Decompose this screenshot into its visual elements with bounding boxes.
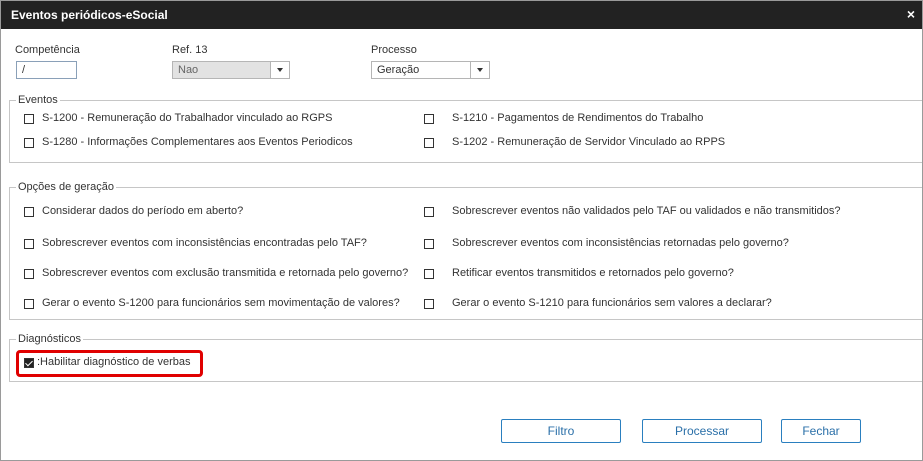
checkbox-s1200[interactable]: [24, 114, 34, 124]
window-title: Eventos periódicos-eSocial: [11, 8, 168, 22]
checkbox-retificar-eventos-label: Retificar eventos transmitidos e retorna…: [452, 267, 734, 279]
checkbox-s1280-label: S-1280 - Informações Complementares aos …: [42, 136, 353, 148]
filtro-button[interactable]: Filtro: [501, 419, 621, 443]
checkbox-exclusao-transmitida[interactable]: [24, 269, 34, 279]
ref13-label: Ref. 13: [172, 44, 208, 56]
ref13-select: Nao: [172, 61, 290, 79]
fechar-button[interactable]: Fechar: [781, 419, 861, 443]
checkbox-habilitar-diagnostico-label: :Habilitar diagnóstico de verbas: [37, 356, 191, 368]
processo-select[interactable]: Geração: [371, 61, 490, 79]
dialog-window: Eventos periódicos-eSocial × Competência…: [0, 0, 923, 461]
chevron-down-icon[interactable]: [470, 62, 489, 78]
processo-value: Geração: [377, 64, 420, 76]
checkbox-habilitar-diagnostico[interactable]: [24, 358, 34, 368]
checkbox-exclusao-transmitida-label: Sobrescrever eventos com exclusão transm…: [42, 267, 409, 279]
competencia-label: Competência: [15, 44, 80, 56]
checkbox-gerar-s1200-label: Gerar o evento S-1200 para funcionários …: [42, 297, 400, 309]
checkbox-sobrescrever-nao-validados[interactable]: [424, 207, 434, 217]
checkbox-gerar-s1210-label: Gerar o evento S-1210 para funcionários …: [452, 297, 772, 309]
checkbox-s1200-label: S-1200 - Remuneração do Trabalhador vinc…: [42, 112, 333, 124]
checkbox-s1202-label: S-1202 - Remuneração de Servidor Vincula…: [452, 136, 726, 148]
checkbox-s1202[interactable]: [424, 138, 434, 148]
eventos-legend: Eventos: [16, 94, 60, 106]
checkbox-considerar-periodo[interactable]: [24, 207, 34, 217]
title-bar[interactable]: Eventos periódicos-eSocial ×: [1, 1, 922, 29]
checkbox-sobrescrever-nao-validados-label: Sobrescrever eventos não validados pelo …: [452, 205, 841, 217]
processo-label: Processo: [371, 44, 417, 56]
chevron-down-icon: [270, 62, 289, 78]
checkbox-inconsistencias-taf[interactable]: [24, 239, 34, 249]
diagnosticos-legend: Diagnósticos: [16, 333, 83, 345]
checkbox-s1280[interactable]: [24, 138, 34, 148]
checkbox-retificar-eventos[interactable]: [424, 269, 434, 279]
processar-button[interactable]: Processar: [642, 419, 762, 443]
checkbox-considerar-periodo-label: Considerar dados do período em aberto?: [42, 205, 244, 217]
checkbox-inconsistencias-governo-label: Sobrescrever eventos com inconsistências…: [452, 237, 789, 249]
competencia-input[interactable]: /: [16, 61, 77, 79]
eventos-section: [9, 100, 922, 163]
close-icon[interactable]: ×: [907, 6, 915, 22]
checkbox-gerar-s1210[interactable]: [424, 299, 434, 309]
opcoes-legend: Opções de geração: [16, 181, 117, 193]
checkbox-s1210-label: S-1210 - Pagamentos de Rendimentos do Tr…: [452, 112, 704, 124]
ref13-value: Nao: [178, 64, 199, 76]
checkbox-inconsistencias-taf-label: Sobrescrever eventos com inconsistências…: [42, 237, 367, 249]
checkbox-gerar-s1200[interactable]: [24, 299, 34, 309]
checkbox-inconsistencias-governo[interactable]: [424, 239, 434, 249]
checkbox-s1210[interactable]: [424, 114, 434, 124]
